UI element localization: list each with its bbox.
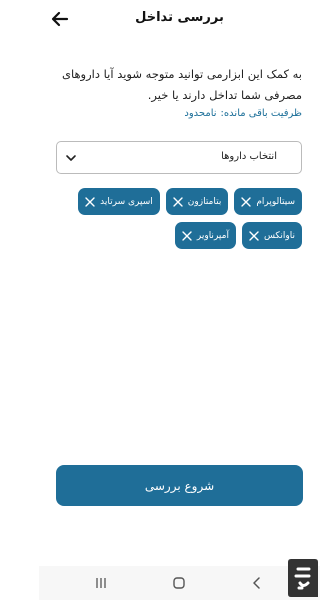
recent-apps-icon[interactable]: [94, 576, 108, 590]
remove-icon[interactable]: [249, 230, 259, 241]
capacity-value: نامحدود: [184, 108, 217, 119]
remove-icon[interactable]: [85, 196, 95, 207]
drug-chip: آمپرناویر: [174, 222, 236, 249]
drug-chip-label: آمپرناویر: [196, 230, 229, 241]
drug-chip: ناوانکس: [241, 222, 302, 249]
drug-chip-label: ناوانکس: [263, 230, 295, 241]
start-check-button[interactable]: شروع بررسی: [56, 465, 303, 506]
app-logo-icon: [288, 559, 318, 597]
drug-chip-label: بتامتازون: [187, 196, 222, 207]
back-nav-icon[interactable]: [250, 576, 264, 590]
chevron-down-icon: [66, 155, 76, 161]
drug-select-label: انتخاب داروها: [221, 151, 277, 162]
app-header: بررسی تداخل: [39, 0, 320, 40]
drug-chip-label: سیتالوپرام: [256, 196, 295, 207]
remove-icon[interactable]: [182, 230, 192, 241]
drug-chip: سیتالوپرام: [234, 188, 302, 215]
selected-drugs-list: سیتالوپرام بتامتازون اسپری سرتاید ناوانک…: [54, 188, 302, 249]
drug-chip: بتامتازون: [165, 188, 229, 215]
drug-select-dropdown[interactable]: انتخاب داروها: [56, 141, 302, 174]
intro-description: به کمک این ابزارمی توانید متوجه شوید آیا…: [61, 67, 302, 102]
system-nav-bar: [39, 566, 320, 600]
remove-icon[interactable]: [173, 196, 183, 207]
remove-icon[interactable]: [241, 196, 252, 207]
back-arrow-icon[interactable]: [49, 8, 71, 30]
home-icon[interactable]: [172, 576, 186, 590]
drug-chip: اسپری سرتاید: [78, 188, 160, 215]
capacity-label: ظرفیت باقی مانده:: [220, 108, 302, 119]
capacity-info: ظرفیت باقی مانده:نامحدود: [180, 108, 302, 119]
drug-chip-label: اسپری سرتاید: [100, 196, 153, 207]
page-title: بررسی تداخل: [135, 10, 224, 25]
